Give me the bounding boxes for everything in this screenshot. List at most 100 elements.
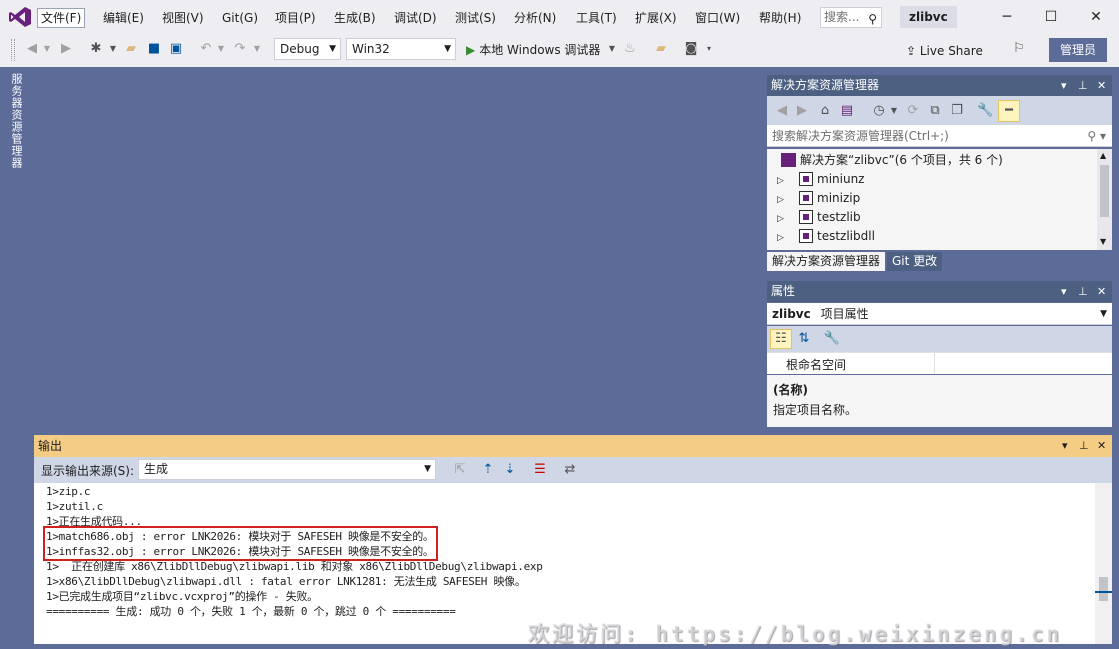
properties-object-select[interactable]: zlibvc 项目属性 ▼: [767, 303, 1112, 325]
caret-position-marker: [1095, 591, 1112, 593]
visual-studio-logo-icon[interactable]: [8, 6, 32, 28]
maximize-icon[interactable]: ☐: [1036, 6, 1066, 28]
output-source-select[interactable]: 生成 ▼: [138, 459, 436, 480]
scroll-down-icon[interactable]: ▼: [1100, 237, 1106, 246]
pin-icon[interactable]: ⊥: [1079, 435, 1089, 457]
back-icon[interactable]: ◀: [775, 102, 789, 120]
menu-view[interactable]: 视图(V): [159, 9, 207, 27]
preview-selected-items-icon[interactable]: ━: [998, 100, 1020, 122]
menu-project[interactable]: 项目(P): [272, 9, 319, 27]
menu-test[interactable]: 测试(S): [452, 9, 499, 27]
properties-header[interactable]: 属性 ▾ ⊥ ✕: [767, 281, 1112, 302]
menu-window[interactable]: 窗口(W): [692, 9, 743, 27]
menu-git[interactable]: Git(G): [219, 9, 261, 27]
debug-target-dropdown-icon[interactable]: ▼: [607, 40, 617, 58]
output-scrollbar[interactable]: [1095, 483, 1112, 644]
forward-icon[interactable]: ▶: [795, 102, 809, 120]
collapse-all-icon[interactable]: ⧉: [927, 102, 943, 120]
solution-root-node[interactable]: 解决方案“zlibvc”(6 个项目，共 6 个): [781, 151, 1003, 170]
menu-debug[interactable]: 调试(D): [391, 9, 440, 27]
undo-dropdown-icon[interactable]: ▼: [216, 40, 226, 58]
sync-icon[interactable]: ⟳: [905, 102, 921, 120]
previous-message-icon[interactable]: ⇡: [480, 461, 496, 479]
property-row-root-namespace[interactable]: 根命名空间: [767, 352, 1112, 374]
screenshot-icon[interactable]: ◙: [682, 40, 700, 58]
close-pane-icon[interactable]: ✕: [1097, 281, 1106, 302]
chevron-down-icon: ▼: [329, 44, 336, 54]
error-highlight-box: [43, 526, 438, 561]
server-explorer-tab[interactable]: 服务器资源管理器: [8, 73, 24, 169]
feedback-icon[interactable]: ⚐: [1010, 40, 1028, 58]
tab-solution-explorer[interactable]: 解决方案资源管理器: [767, 252, 886, 271]
window-position-icon[interactable]: ▾: [1061, 281, 1067, 302]
alphabetical-sort-icon[interactable]: ⇅: [795, 330, 813, 348]
cpp-project-icon: [799, 210, 813, 224]
solution-explorer-title: 解决方案资源管理器: [771, 78, 880, 92]
menu-analyze[interactable]: 分析(N): [511, 9, 559, 27]
property-pages-icon[interactable]: 🔧: [823, 330, 841, 348]
close-pane-icon[interactable]: ✕: [1097, 435, 1106, 457]
save-all-icon[interactable]: ▣: [167, 40, 185, 58]
undo-icon[interactable]: ↶: [198, 40, 214, 58]
switch-views-icon[interactable]: ▤: [839, 102, 855, 120]
menu-tools[interactable]: 工具(T): [573, 9, 620, 27]
toolbar-options-icon[interactable]: ▾: [704, 40, 714, 58]
menu-edit[interactable]: 编辑(E): [100, 9, 147, 27]
save-icon[interactable]: ■: [146, 40, 162, 58]
tab-git-changes[interactable]: Git 更改: [887, 252, 943, 271]
pin-icon[interactable]: ⊥: [1078, 75, 1088, 96]
solution-tree-scrollbar[interactable]: ▲ ▼: [1097, 149, 1112, 250]
hot-reload-icon[interactable]: ♨: [622, 40, 638, 58]
menu-file[interactable]: 文件(F): [37, 8, 86, 28]
find-in-files-icon[interactable]: ▰: [652, 40, 670, 58]
object-type: 项目属性: [820, 307, 869, 321]
close-pane-icon[interactable]: ✕: [1097, 75, 1106, 96]
menu-extensions[interactable]: 扩展(X): [632, 9, 680, 27]
live-share-button[interactable]: ⇪ Live Share: [906, 42, 983, 60]
open-folder-icon[interactable]: ▰: [122, 40, 140, 58]
redo-dropdown-icon[interactable]: ▼: [252, 40, 262, 58]
scrollbar-thumb[interactable]: [1099, 577, 1108, 601]
find-message-icon[interactable]: ⇱: [452, 461, 468, 479]
next-message-icon[interactable]: ⇣: [502, 461, 518, 479]
output-header[interactable]: 输出 ▾ ⊥ ✕: [34, 435, 1112, 457]
cpp-project-icon: [799, 172, 813, 186]
window-position-icon[interactable]: ▾: [1061, 75, 1067, 96]
redo-icon[interactable]: ↷: [232, 40, 248, 58]
tree-node-testzlib[interactable]: ▷ testzlib: [777, 208, 861, 227]
search-input[interactable]: 搜索... ⚲: [820, 7, 882, 28]
solution-configuration-select[interactable]: Debug ▼: [274, 38, 341, 60]
properties-wrench-icon[interactable]: 🔧: [977, 102, 993, 120]
solution-explorer-header[interactable]: 解决方案资源管理器 ▾ ⊥ ✕: [767, 75, 1112, 96]
tree-node-miniunz[interactable]: ▷ miniunz: [777, 170, 864, 189]
start-debugging-button[interactable]: ▶ 本地 Windows 调试器: [466, 39, 600, 61]
back-dropdown-icon[interactable]: ▼: [42, 40, 52, 58]
toolbar-grip[interactable]: [11, 39, 15, 61]
solution-search-input[interactable]: 搜索解决方案资源管理器(Ctrl+;) ⚲ ▾: [767, 125, 1112, 147]
clear-all-icon[interactable]: ☰: [532, 461, 548, 479]
navigate-back-icon[interactable]: ◀: [24, 40, 40, 58]
toggle-word-wrap-icon[interactable]: ⇄: [562, 461, 578, 479]
categorized-icon[interactable]: ☷: [770, 329, 792, 349]
menu-help[interactable]: 帮助(H): [756, 9, 804, 27]
tree-node-testzlibdll[interactable]: ▷ testzlibdll: [777, 227, 875, 246]
new-project-icon[interactable]: ✱: [88, 40, 104, 58]
menu-build[interactable]: 生成(B): [331, 9, 379, 27]
show-all-files-icon[interactable]: ❐: [949, 102, 965, 120]
pending-changes-filter-icon[interactable]: ◷: [871, 102, 887, 120]
home-icon[interactable]: ⌂: [817, 102, 833, 120]
window-position-icon[interactable]: ▾: [1062, 435, 1068, 457]
minimize-icon[interactable]: ─: [992, 6, 1022, 28]
solution-platform-select[interactable]: Win32 ▼: [346, 38, 456, 60]
configuration-value: Debug: [280, 42, 320, 56]
pin-icon[interactable]: ⊥: [1078, 281, 1088, 302]
scrollbar-thumb[interactable]: [1100, 165, 1109, 217]
filter-dropdown-icon[interactable]: ▼: [889, 102, 899, 120]
scroll-up-icon[interactable]: ▲: [1100, 151, 1106, 160]
navigate-forward-icon[interactable]: ▶: [58, 40, 74, 58]
tree-node-minizip[interactable]: ▷ minizip: [777, 189, 860, 208]
close-icon[interactable]: ✕: [1081, 6, 1111, 28]
standard-toolbar: ◀ ▼ ▶ ✱ ▼ ▰ ■ ▣ ↶ ▼ ↷ ▼ Debug ▼ Win32 ▼ …: [0, 34, 1119, 67]
new-dropdown-icon[interactable]: ▼: [108, 40, 118, 58]
expand-arrow-icon[interactable]: ▷: [777, 229, 789, 248]
